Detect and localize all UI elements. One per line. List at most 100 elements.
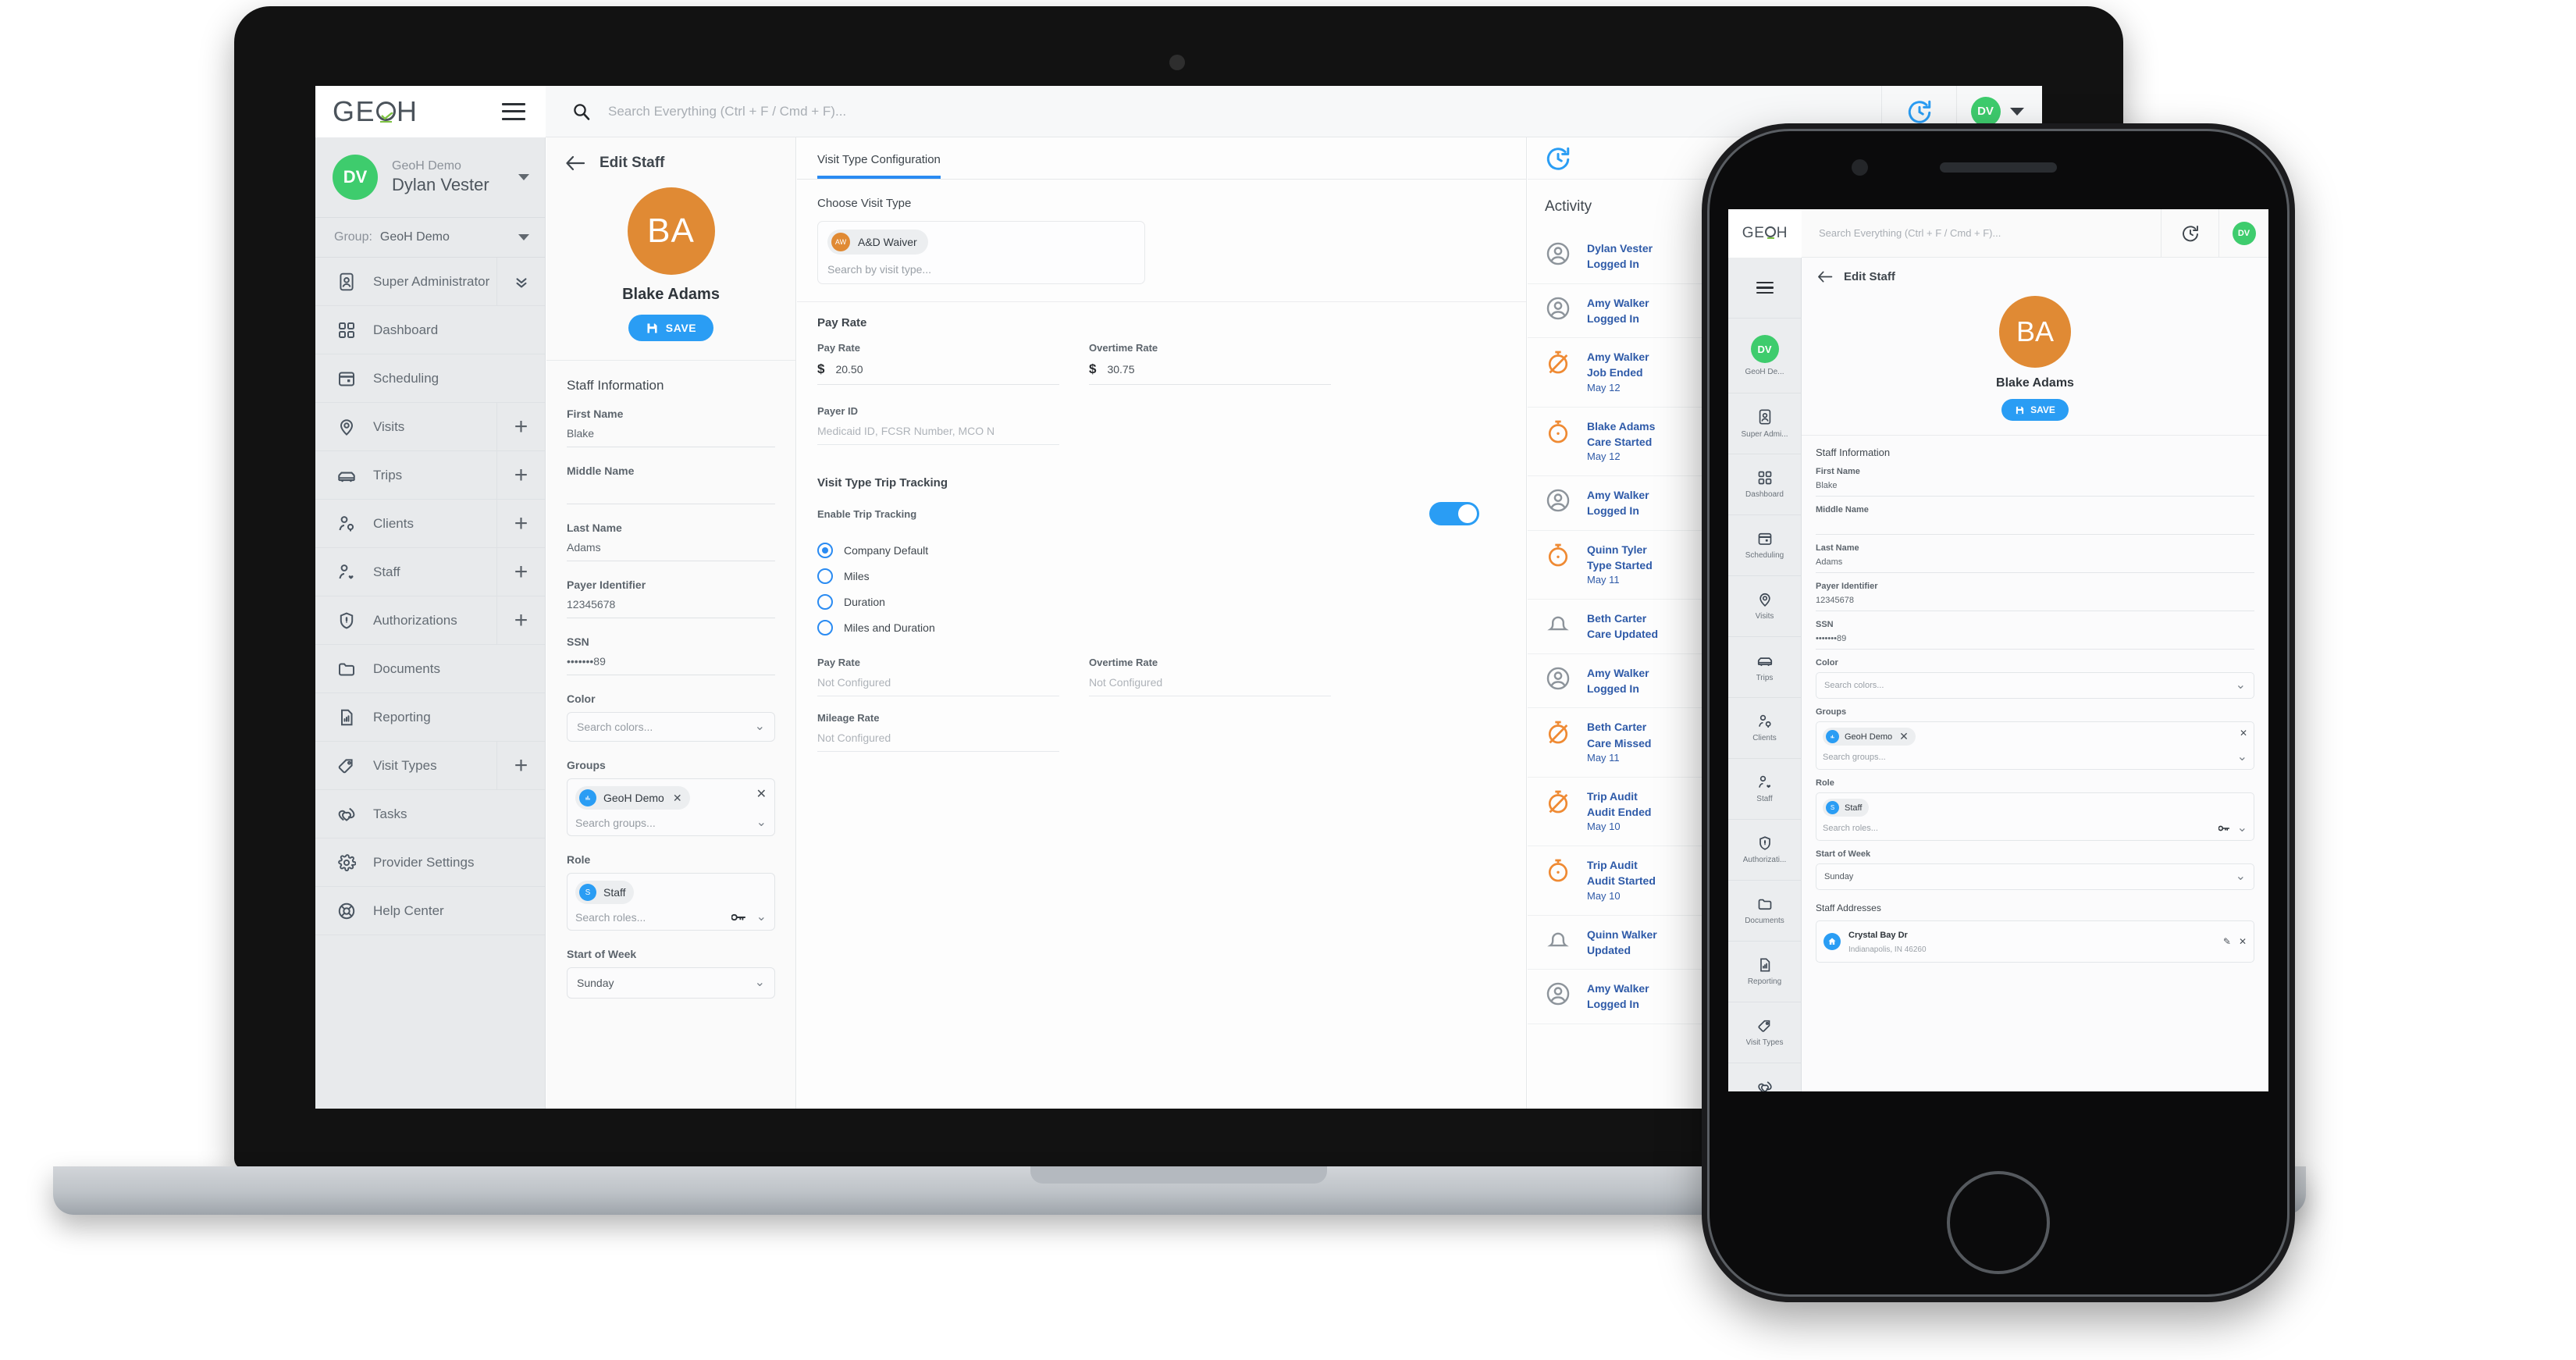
middle-name-field[interactable]: Middle Name [567,465,775,504]
payer-id-field[interactable]: Payer ID Medicaid ID, FCSR Number, MCO N [817,405,1059,445]
sidebar-item-provider-settings[interactable]: Provider Settings [315,838,545,887]
groups-multiselect[interactable]: GeoH Demo ✕ ✕ Search groups... ⌄ [567,778,775,836]
add-visit-button[interactable]: + [496,403,545,451]
groups-search-row[interactable]: Search groups... ⌄ [575,817,767,830]
groups-multiselect[interactable]: GeoH Demo ✕ ✕ Search groups... ⌄ [1816,721,2254,770]
mobile-search-input[interactable]: Search Everything (Ctrl + F / Cmd + F)..… [1802,227,2161,239]
mobile-user-menu-button[interactable]: DV [2218,209,2268,258]
mobile-user-card[interactable]: DV GeoH De... [1728,319,1801,393]
mobile-start-of-week-field[interactable]: Start of Week Sunday ⌄ [1816,849,2254,890]
sidebar-item-clients[interactable]: Clients + [315,500,545,548]
mobile-payer-identifier-field[interactable]: Payer Identifier 12345678 [1816,582,2254,611]
roles-search-row[interactable]: Search roles... ⌄ [1823,822,2247,835]
mobile-item-visits[interactable]: Visits [1728,576,1801,637]
search-input[interactable]: Search Everything (Ctrl + F / Cmd + F)..… [608,104,846,119]
mileage-rate-field[interactable]: Mileage Rate Not Configured [817,712,1059,752]
back-arrow-icon[interactable] [565,155,585,172]
ssn-field[interactable]: SSN •••••••89 [567,635,775,675]
history-clock-icon[interactable] [1545,145,1571,172]
enable-trip-tracking-toggle[interactable] [1429,502,1479,525]
mobile-item-tasks[interactable]: Tasks [1728,1063,1801,1091]
overtime-rate-field[interactable]: Overtime Rate $ 30.75 [1089,342,1331,385]
role-multiselect[interactable]: S Staff Search roles... ⌄ [1816,792,2254,841]
last-name-field[interactable]: Last Name Adams [567,522,775,561]
mobile-item-visit-types[interactable]: Visit Types [1728,1002,1801,1063]
key-icon[interactable] [731,913,745,921]
mobile-item-authorizations[interactable]: Authorizati... [1728,820,1801,881]
add-visit-type-button[interactable]: + [496,742,545,790]
sidebar-item-visit-types[interactable]: Visit Types + [315,742,545,790]
trip-overtime-rate-field[interactable]: Overtime Rate Not Configured [1089,657,1331,696]
roles-search-row[interactable]: Search roles... ⌄ [575,911,767,924]
remove-group-icon[interactable]: ✕ [673,792,682,805]
mobile-groups-field[interactable]: Groups GeoH Demo ✕ ✕ Search groups... ⌄ [1816,707,2254,770]
mobile-item-reporting[interactable]: Reporting [1728,942,1801,1002]
remove-address-icon[interactable]: ✕ [2239,936,2247,947]
sidebar-item-authorizations[interactable]: Authorizations + [315,596,545,645]
start-of-week-select[interactable]: Sunday ⌄ [1816,863,2254,890]
mobile-menu-toggle[interactable] [1728,258,1801,319]
visit-type-multiselect[interactable]: AW A&D Waiver Search by visit type... [817,221,1145,284]
sidebar-user-card[interactable]: DV GeoH Demo Dylan Vester [315,137,545,218]
radio-miles-and-duration[interactable]: Miles and Duration [817,620,1506,635]
mobile-item-staff[interactable]: Staff [1728,759,1801,820]
mobile-item-clients[interactable]: Clients [1728,698,1801,759]
sidebar-item-documents[interactable]: Documents [315,645,545,693]
clear-groups-icon[interactable]: ✕ [2240,728,2247,739]
group-selector[interactable]: Group: GeoH Demo [315,218,545,258]
add-staff-button[interactable]: + [496,548,545,596]
role-chip[interactable]: S Staff [1823,799,1870,817]
sidebar-item-reporting[interactable]: Reporting [315,693,545,742]
global-search[interactable]: Search Everything (Ctrl + F / Cmd + F)..… [546,86,1881,137]
radio-company-default[interactable]: Company Default [817,543,1506,558]
mobile-item-documents[interactable]: Documents [1728,881,1801,942]
mobile-role-field[interactable]: Role S Staff Search roles... ⌄ [1816,778,2254,841]
phone-home-button[interactable] [1947,1171,2050,1274]
groups-search-row[interactable]: Search groups... ⌄ [1823,751,2247,764]
mobile-item-dashboard[interactable]: Dashboard [1728,454,1801,515]
mobile-first-name-field[interactable]: First Name Blake [1816,467,2254,497]
add-authorization-button[interactable]: + [496,596,545,645]
role-multiselect[interactable]: S Staff Search roles... ⌄ [567,873,775,931]
payer-identifier-field[interactable]: Payer Identifier 12345678 [567,579,775,618]
group-chip[interactable]: GeoH Demo ✕ [575,786,690,810]
role-chip[interactable]: S Staff [575,881,634,904]
visit-type-search-input[interactable]: Search by visit type... [827,263,1135,276]
first-name-field[interactable]: First Name Blake [567,408,775,447]
tab-visit-type-configuration[interactable]: Visit Type Configuration [817,153,941,179]
role-field[interactable]: Role S Staff Search roles... ⌄ [567,853,775,931]
sidebar-item-tasks[interactable]: Tasks [315,790,545,838]
mobile-last-name-field[interactable]: Last Name Adams [1816,543,2254,573]
color-select[interactable]: Search colors... ⌄ [1816,672,2254,699]
edit-address-icon[interactable]: ✎ [2223,936,2231,947]
trip-pay-rate-field[interactable]: Pay Rate Not Configured [817,657,1059,696]
start-of-week-select[interactable]: Sunday ⌄ [567,967,775,999]
save-button[interactable]: SAVE [628,315,714,341]
sidebar-item-dashboard[interactable]: Dashboard [315,306,545,354]
mobile-middle-name-field[interactable]: Middle Name [1816,505,2254,535]
groups-field[interactable]: Groups GeoH Demo ✕ ✕ Search groups... ⌄ [567,759,775,836]
add-client-button[interactable]: + [496,500,545,548]
color-field[interactable]: Color Search colors... ⌄ [567,692,775,742]
group-chip[interactable]: GeoH Demo ✕ [1823,728,1916,746]
start-of-week-field[interactable]: Start of Week Sunday ⌄ [567,948,775,999]
visit-type-chip[interactable]: AW A&D Waiver [827,230,928,255]
sidebar-item-trips[interactable]: Trips + [315,451,545,500]
pay-rate-field[interactable]: Pay Rate $ 20.50 [817,342,1059,385]
radio-miles[interactable]: Miles [817,568,1506,584]
mobile-color-field[interactable]: Color Search colors... ⌄ [1816,658,2254,699]
sidebar-item-help-center[interactable]: Help Center [315,887,545,935]
add-trip-button[interactable]: + [496,451,545,500]
mobile-item-trips[interactable]: Trips [1728,637,1801,698]
back-arrow-icon[interactable] [1817,270,1833,283]
sidebar-item-scheduling[interactable]: Scheduling [315,354,545,403]
address-row[interactable]: Crystal Bay Dr Indianapolis, IN 46260 ✎ … [1816,920,2254,963]
save-button[interactable]: SAVE [2001,399,2069,421]
chevrons-down-icon[interactable] [496,258,545,306]
mobile-item-scheduling[interactable]: Scheduling [1728,515,1801,576]
sidebar-item-super-administrator[interactable]: Super Administrator [315,258,545,306]
mobile-item-super-administrator[interactable]: Super Admi... [1728,393,1801,454]
sidebar-item-staff[interactable]: Staff + [315,548,545,596]
color-select[interactable]: Search colors... ⌄ [567,712,775,742]
clear-groups-icon[interactable]: ✕ [756,786,767,802]
